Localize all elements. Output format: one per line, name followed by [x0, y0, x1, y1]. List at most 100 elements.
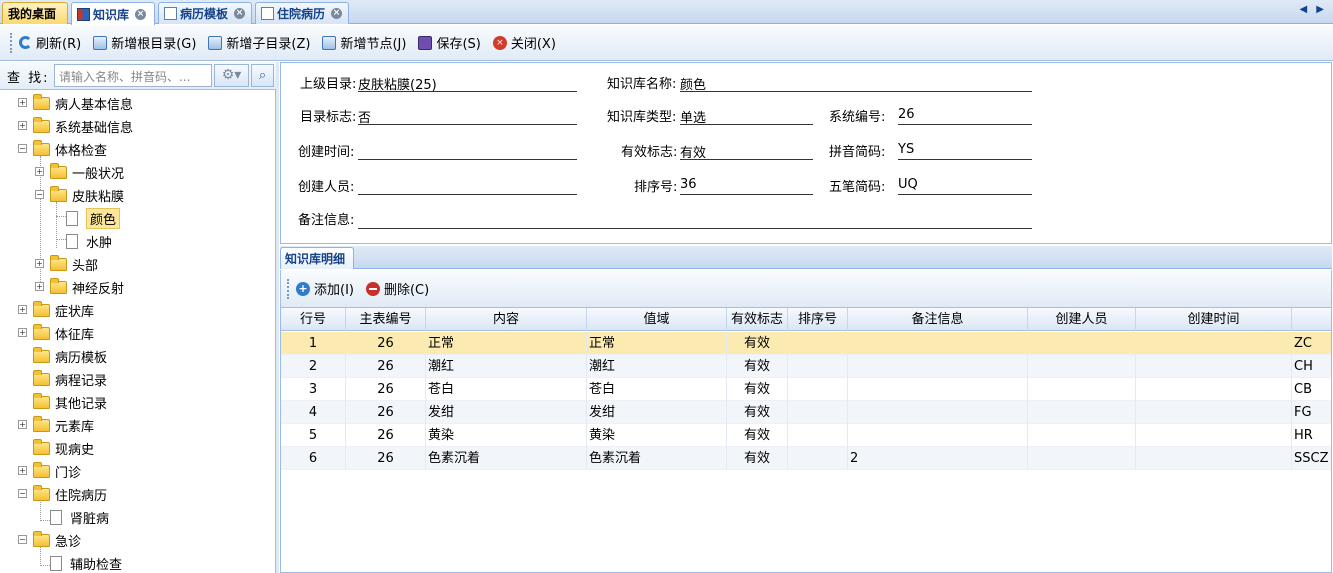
table-row[interactable]: 5 26 黄染 黄染 有效 HR — [281, 424, 1331, 447]
table-cell-creator[interactable] — [1028, 401, 1136, 424]
table-cell-order[interactable] — [788, 424, 848, 447]
column-header[interactable]: 主表编号 — [346, 308, 426, 331]
tree-item[interactable]: 体征库 — [33, 323, 94, 343]
parent-dir-field[interactable]: 皮肤粘膜(25) — [358, 72, 577, 93]
collapse-toggle[interactable]: − — [18, 489, 27, 498]
table-cell-time[interactable] — [1136, 401, 1292, 424]
table-row[interactable]: 6 26 色素沉着 色素沉着 有效 2 SSCZ — [281, 447, 1331, 470]
expand-toggle[interactable]: + — [18, 98, 27, 107]
refresh-button[interactable]: 刷新(R) — [19, 33, 81, 52]
table-cell-creator[interactable] — [1028, 424, 1136, 447]
table-cell-code[interactable]: SSCZ — [1292, 447, 1331, 470]
table-cell-time[interactable] — [1136, 424, 1292, 447]
tab-scroll-arrows[interactable]: ◀ ▶ — [1299, 4, 1327, 15]
table-cell-code[interactable]: CB — [1292, 378, 1331, 401]
column-header[interactable]: 创建时间 — [1136, 308, 1292, 331]
table-cell-valid[interactable]: 有效 — [727, 378, 788, 401]
table-cell-no[interactable]: 4 — [281, 401, 346, 424]
table-cell-order[interactable] — [788, 332, 848, 355]
table-cell-master[interactable]: 26 — [346, 447, 426, 470]
add-child-button[interactable]: 新增子目录(Z) — [208, 33, 310, 52]
system-no-field[interactable]: 26 — [898, 105, 1032, 125]
tree-item[interactable]: 系统基础信息 — [33, 116, 133, 136]
table-cell-master[interactable]: 26 — [346, 355, 426, 378]
table-cell-note[interactable] — [848, 355, 1028, 378]
add-node-button[interactable]: 新增节点(J) — [322, 33, 406, 52]
panel-splitter[interactable] — [276, 62, 279, 573]
tree-item[interactable]: 病人基本信息 — [33, 93, 133, 113]
table-cell-creator[interactable] — [1028, 332, 1136, 355]
table-cell-time[interactable] — [1136, 332, 1292, 355]
tab-kb-detail[interactable]: 知识库明细 — [280, 247, 354, 269]
column-header[interactable]: 排序号 — [788, 308, 848, 331]
table-cell-creator[interactable] — [1028, 378, 1136, 401]
table-cell-valid[interactable]: 有效 — [727, 332, 788, 355]
collapse-toggle[interactable]: − — [18, 535, 27, 544]
tree-item[interactable]: 病历模板 — [33, 346, 107, 366]
table-cell-domain[interactable]: 潮红 — [587, 355, 727, 378]
table-cell-time[interactable] — [1136, 355, 1292, 378]
column-header[interactable]: 值域 — [587, 308, 727, 331]
table-cell-code[interactable]: FG — [1292, 401, 1331, 424]
table-cell-content[interactable]: 发绀 — [426, 401, 587, 424]
table-cell-master[interactable]: 26 — [346, 424, 426, 447]
table-cell-code[interactable]: ZC — [1292, 332, 1331, 355]
tree-item[interactable]: 皮肤粘膜 — [50, 185, 124, 205]
table-row[interactable]: 2 26 潮红 潮红 有效 CH — [281, 355, 1331, 378]
close-icon[interactable]: × — [331, 8, 343, 19]
table-cell-valid[interactable]: 有效 — [727, 355, 788, 378]
delete-button[interactable]: 删除(C) — [365, 279, 429, 298]
table-cell-no[interactable]: 2 — [281, 355, 346, 378]
table-cell-domain[interactable]: 黄染 — [587, 424, 727, 447]
note-field[interactable] — [358, 209, 1032, 229]
add-root-button[interactable]: 新增根目录(G) — [93, 33, 196, 52]
table-cell-domain[interactable]: 色素沉着 — [587, 447, 727, 470]
table-cell-domain[interactable]: 正常 — [587, 332, 727, 355]
expand-toggle[interactable]: + — [18, 305, 27, 314]
tree-item[interactable]: 头部 — [50, 254, 98, 274]
table-cell-no[interactable]: 3 — [281, 378, 346, 401]
add-button[interactable]: + 添加(I) — [296, 279, 354, 298]
expand-toggle[interactable]: + — [18, 466, 27, 475]
column-header[interactable]: 创建人员 — [1028, 308, 1136, 331]
tree-item[interactable]: 一般状况 — [50, 162, 124, 182]
tab-inpatient-record[interactable]: 住院病历 × — [255, 2, 349, 24]
expand-toggle[interactable]: + — [35, 259, 44, 268]
table-row[interactable]: 3 26 苍白 苍白 有效 CB — [281, 378, 1331, 401]
column-header[interactable]: 内容 — [426, 308, 587, 331]
table-cell-code[interactable]: CH — [1292, 355, 1331, 378]
table-cell-code[interactable]: HR — [1292, 424, 1331, 447]
tab-record-template[interactable]: 病历模板 × — [158, 2, 252, 24]
table-cell-order[interactable] — [788, 401, 848, 424]
column-header[interactable] — [1292, 308, 1331, 331]
table-cell-content[interactable]: 色素沉着 — [426, 447, 587, 470]
collapse-toggle[interactable]: − — [35, 190, 44, 199]
column-header[interactable]: 有效标志 — [727, 308, 788, 331]
tree-item[interactable]: 门诊 — [33, 461, 81, 481]
kb-type-field[interactable]: 单选 — [680, 105, 813, 126]
table-row-selected[interactable]: 1 26 正常 正常 有效 ZC — [281, 332, 1331, 355]
table-cell-content[interactable]: 潮红 — [426, 355, 587, 378]
pinyin-code-field[interactable]: YS — [898, 140, 1032, 160]
table-cell-note[interactable] — [848, 378, 1028, 401]
table-cell-note[interactable] — [848, 332, 1028, 355]
tree-item[interactable]: 现病史 — [33, 438, 94, 458]
column-header[interactable]: 备注信息 — [848, 308, 1028, 331]
tab-my-desktop[interactable]: 我的桌面 — [2, 2, 68, 24]
table-cell-content[interactable]: 正常 — [426, 332, 587, 355]
table-cell-order[interactable] — [788, 378, 848, 401]
table-cell-no[interactable]: 5 — [281, 424, 346, 447]
table-cell-note[interactable] — [848, 424, 1028, 447]
search-input[interactable]: 请输入名称、拼音码、... — [54, 64, 212, 87]
tree-item[interactable]: 体格检查 — [33, 139, 107, 159]
tree-item[interactable]: 辅助检查 — [50, 553, 122, 573]
column-header[interactable]: 行号 — [281, 308, 346, 331]
table-cell-domain[interactable]: 发绀 — [587, 401, 727, 424]
table-cell-domain[interactable]: 苍白 — [587, 378, 727, 401]
collapse-toggle[interactable]: − — [18, 144, 27, 153]
table-cell-creator[interactable] — [1028, 447, 1136, 470]
table-cell-content[interactable]: 苍白 — [426, 378, 587, 401]
tree-item[interactable]: 神经反射 — [50, 277, 124, 297]
table-cell-order[interactable] — [788, 447, 848, 470]
tree-item[interactable]: 肾脏病 — [50, 507, 109, 527]
